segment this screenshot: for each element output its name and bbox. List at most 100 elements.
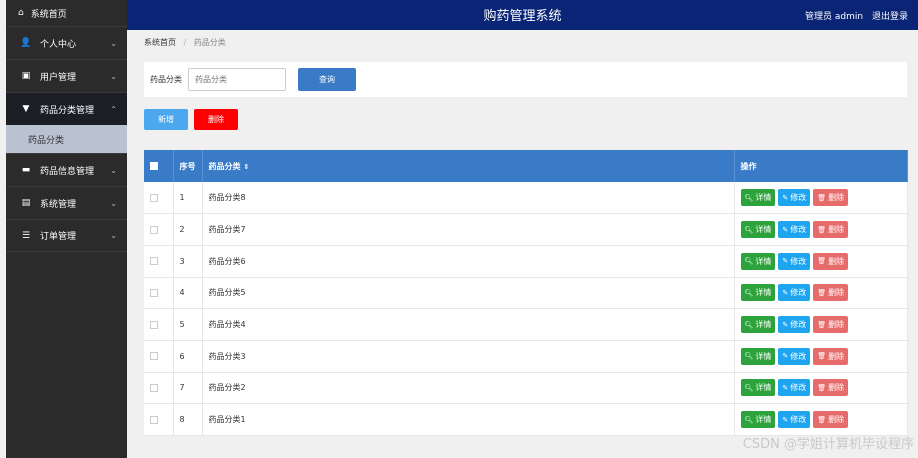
- add-button[interactable]: 新增: [144, 109, 188, 130]
- chevron-down-icon: ⌄: [110, 38, 117, 48]
- row-checkbox[interactable]: [150, 288, 158, 297]
- row-checkbox[interactable]: [150, 320, 158, 329]
- row-index: 7: [173, 372, 203, 404]
- detail-button[interactable]: 🔍︎ 详情: [740, 347, 776, 365]
- sidebar-item-personal-center[interactable]: 👤 个人中心 ⌄: [6, 26, 127, 59]
- trash-icon: 🗑︎: [817, 383, 827, 392]
- select-all-checkbox[interactable]: [150, 162, 158, 170]
- breadcrumb-separator: /: [183, 38, 187, 47]
- edit-label: 修改: [790, 415, 807, 425]
- edit-button[interactable]: ✎ 修改: [778, 379, 811, 397]
- row-category: 药品分类8: [202, 182, 735, 214]
- delete-button[interactable]: 🗑︎ 删除: [813, 284, 849, 302]
- row-checkbox[interactable]: [150, 415, 158, 424]
- delete-button[interactable]: 🗑︎ 删除: [813, 316, 849, 334]
- delete-button[interactable]: 🗑︎ 删除: [813, 411, 849, 429]
- edit-button[interactable]: ✎ 修改: [778, 189, 811, 207]
- detail-button[interactable]: 🔍︎ 详情: [740, 252, 776, 270]
- column-header-operations: 操作: [734, 150, 908, 182]
- search-label: 药品分类: [150, 75, 182, 84]
- row-category: 药品分类6: [202, 245, 735, 278]
- row-checkbox[interactable]: [150, 352, 158, 361]
- row-operations: 🔍︎ 详情 ✎ 修改 🗑︎ 删除: [734, 213, 908, 246]
- row-category: 药品分类2: [202, 372, 735, 404]
- edit-button[interactable]: ✎ 修改: [778, 411, 811, 429]
- edit-label: 修改: [790, 383, 807, 393]
- chevron-down-icon: ⌄: [110, 71, 117, 81]
- delete-button[interactable]: 🗑︎ 删除: [813, 221, 849, 239]
- sidebar-subitem-category[interactable]: 药品分类: [6, 125, 127, 153]
- sidebar-item-system[interactable]: ▤ 系统管理 ⌄: [6, 186, 127, 219]
- current-user: 管理员 admin: [805, 12, 864, 22]
- query-button[interactable]: 查询: [298, 68, 356, 91]
- edit-button[interactable]: ✎ 修改: [778, 316, 811, 334]
- sidebar-item-drug-info[interactable]: ▬ 药品信息管理 ⌄: [6, 153, 127, 186]
- table-row: 7 药品分类2 🔍︎ 详情 ✎ 修改 🗑︎ 删除: [144, 372, 908, 404]
- home-icon: ⌂: [18, 8, 24, 18]
- user-area: 管理员 admin 退出登录: [799, 9, 908, 22]
- sidebar-item-home[interactable]: ⌂ 系统首页: [6, 0, 127, 26]
- row-operations: 🔍︎ 详情 ✎ 修改 🗑︎ 删除: [734, 372, 908, 404]
- delete-label: 删除: [828, 415, 845, 425]
- sort-icon[interactable]: ⇕: [244, 163, 250, 171]
- trash-icon: 🗑︎: [817, 415, 827, 424]
- pencil-icon: ✎: [782, 193, 789, 202]
- sidebar-item-label: 订单管理: [40, 232, 77, 242]
- row-checkbox[interactable]: [150, 383, 158, 392]
- logout-link[interactable]: 退出登录: [872, 12, 908, 22]
- row-category: 药品分类5: [202, 277, 735, 309]
- row-checkbox[interactable]: [150, 257, 158, 266]
- row-index: 4: [173, 277, 203, 309]
- search-icon: 🔍︎: [744, 257, 754, 266]
- delete-button[interactable]: 🗑︎ 删除: [813, 379, 849, 397]
- edit-button[interactable]: ✎ 修改: [778, 252, 811, 270]
- breadcrumb: 系统首页 / 药品分类: [144, 37, 226, 48]
- trash-icon: 🗑︎: [817, 352, 827, 361]
- detail-button[interactable]: 🔍︎ 详情: [740, 411, 776, 429]
- detail-button[interactable]: 🔍︎ 详情: [740, 379, 776, 397]
- detail-button[interactable]: 🔍︎ 详情: [740, 189, 776, 207]
- edit-label: 修改: [790, 256, 807, 266]
- row-index: 5: [173, 308, 203, 341]
- detail-button[interactable]: 🔍︎ 详情: [740, 284, 776, 302]
- sidebar-item-user-management[interactable]: ▣ 用户管理 ⌄: [6, 59, 127, 92]
- row-checkbox[interactable]: [150, 193, 158, 202]
- breadcrumb-home[interactable]: 系统首页: [144, 38, 176, 47]
- row-checkbox[interactable]: [150, 225, 158, 234]
- sidebar-item-label: 药品信息管理: [40, 166, 95, 177]
- delete-button[interactable]: 🗑︎ 删除: [813, 189, 849, 207]
- top-header: 购药管理系统 管理员 admin 退出登录: [127, 0, 918, 30]
- delete-button[interactable]: 🗑︎ 删除: [813, 252, 849, 270]
- detail-button[interactable]: 🔍︎ 详情: [740, 316, 776, 334]
- sidebar-item-category-management[interactable]: ▼ 药品分类管理 ⌃: [6, 92, 127, 125]
- edit-button[interactable]: ✎ 修改: [778, 347, 811, 365]
- row-index: 6: [173, 340, 203, 373]
- batch-delete-button[interactable]: 删除: [194, 109, 238, 130]
- edit-label: 修改: [790, 351, 807, 361]
- pencil-icon: ✎: [782, 352, 789, 361]
- edit-button[interactable]: ✎ 修改: [778, 221, 811, 239]
- table-row: 2 药品分类7 🔍︎ 详情 ✎ 修改 🗑︎ 删除: [144, 213, 908, 246]
- detail-label: 详情: [755, 225, 772, 235]
- delete-label: 删除: [828, 351, 845, 361]
- search-input[interactable]: [188, 68, 286, 91]
- search-icon: 🔍︎: [744, 288, 754, 297]
- search-icon: 🔍︎: [744, 415, 754, 424]
- delete-button[interactable]: 🗑︎ 删除: [813, 347, 849, 365]
- trash-icon: 🗑︎: [817, 288, 827, 297]
- edit-label: 修改: [790, 288, 807, 298]
- column-header-category[interactable]: 药品分类 ⇕: [202, 150, 735, 182]
- row-select-cell: [144, 182, 174, 214]
- pencil-icon: ✎: [782, 415, 789, 424]
- detail-label: 详情: [755, 351, 772, 361]
- sidebar-item-label: 用户管理: [40, 72, 77, 83]
- delete-label: 删除: [828, 193, 845, 203]
- pencil-icon: ✎: [782, 225, 789, 234]
- edit-button[interactable]: ✎ 修改: [778, 284, 811, 302]
- row-operations: 🔍︎ 详情 ✎ 修改 🗑︎ 删除: [734, 245, 908, 278]
- sidebar-item-label: 个人中心: [40, 39, 77, 50]
- row-index: 1: [173, 182, 203, 214]
- row-operations: 🔍︎ 详情 ✎ 修改 🗑︎ 删除: [734, 182, 908, 214]
- sidebar-item-orders[interactable]: ☰ 订单管理 ⌄: [6, 219, 127, 252]
- detail-button[interactable]: 🔍︎ 详情: [740, 221, 776, 239]
